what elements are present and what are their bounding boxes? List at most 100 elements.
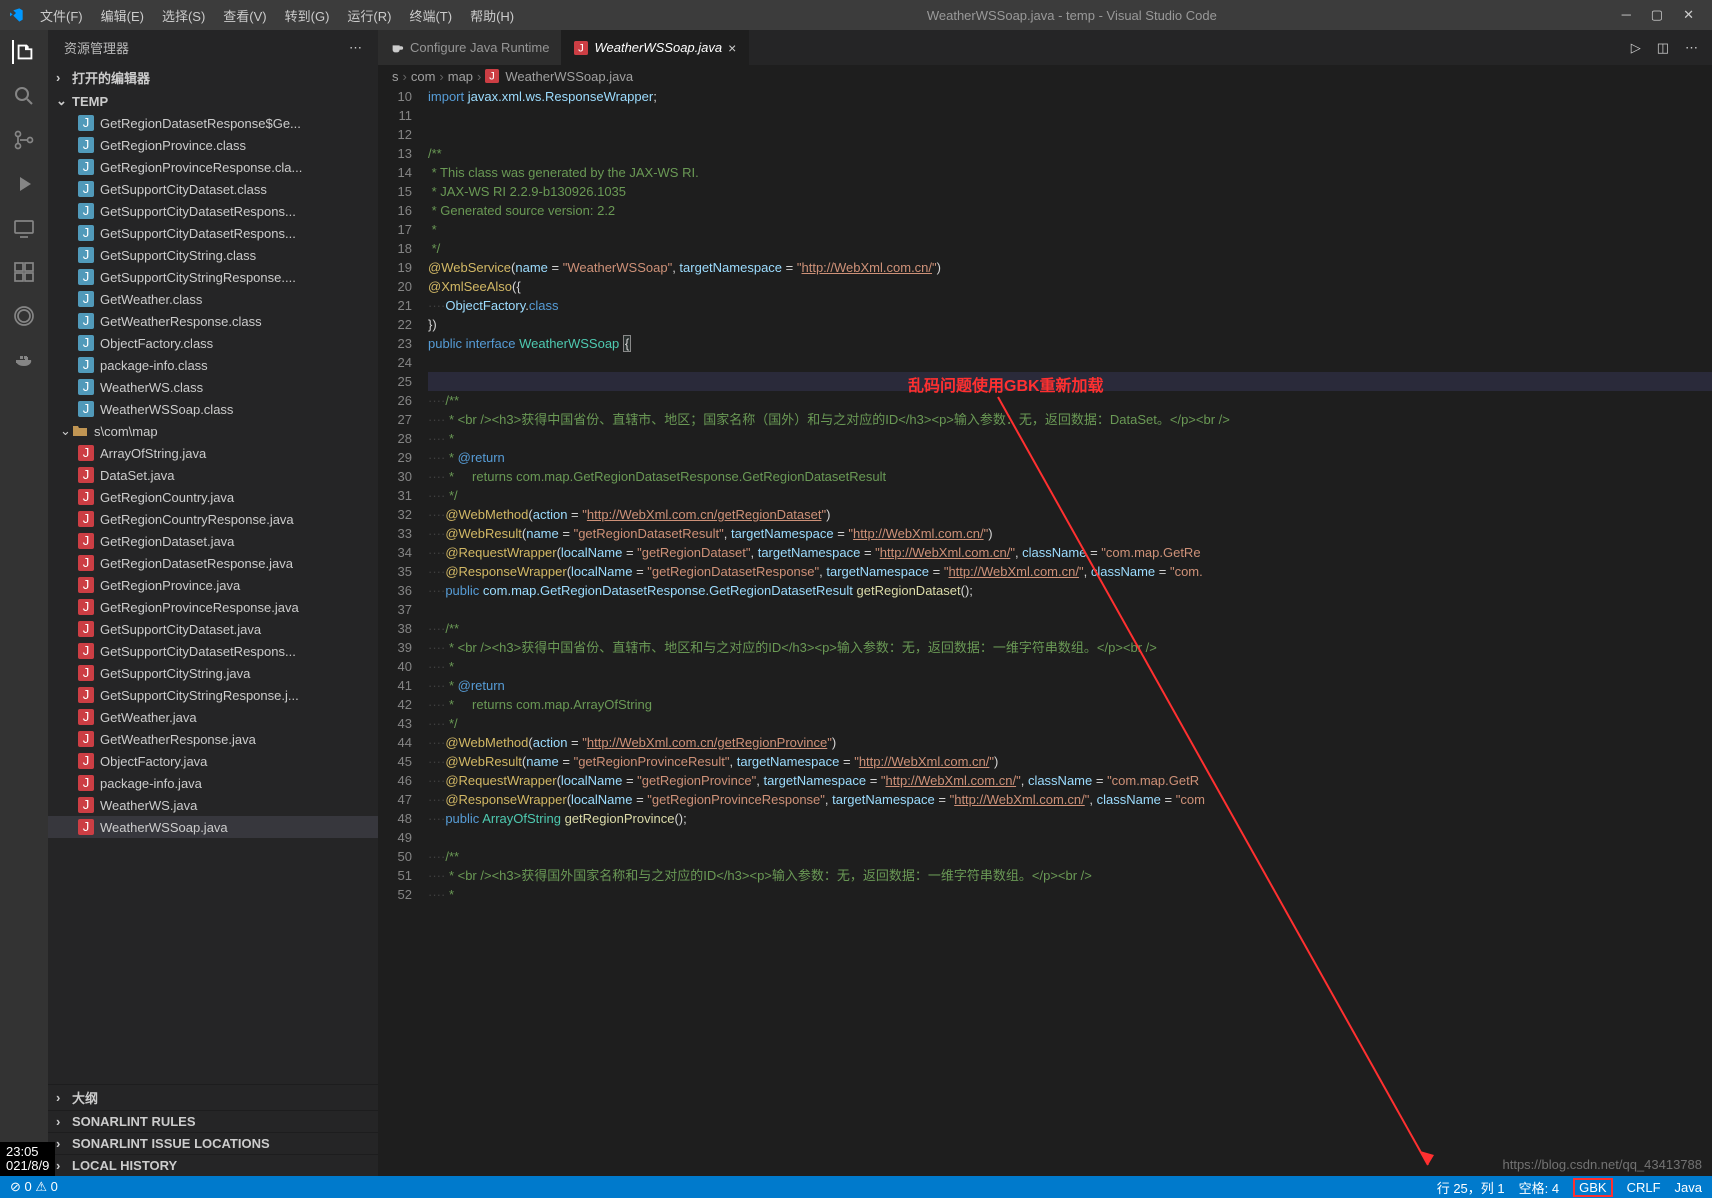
file-GetSupportCityStringResponse....[interactable]: JGetSupportCityStringResponse.... xyxy=(48,266,378,288)
file-package-info.class[interactable]: Jpackage-info.class xyxy=(48,354,378,376)
file-DataSet.java[interactable]: JDataSet.java xyxy=(48,464,378,486)
file-GetSupportCityDatasetRespons...[interactable]: JGetSupportCityDatasetRespons... xyxy=(48,200,378,222)
close-icon[interactable]: ✕ xyxy=(1683,7,1694,23)
status-problems[interactable]: ⊘ 0 ⚠ 0 xyxy=(10,1179,58,1195)
svg-text:J: J xyxy=(83,247,90,262)
file-GetSupportCityDataset.class[interactable]: JGetSupportCityDataset.class xyxy=(48,178,378,200)
svg-text:J: J xyxy=(83,181,90,196)
more-icon[interactable]: ⋯ xyxy=(349,40,362,56)
split-icon[interactable]: ◫ xyxy=(1657,40,1669,56)
svg-text:J: J xyxy=(83,797,90,812)
breadcrumb-seg[interactable]: s xyxy=(392,69,399,84)
svg-text:J: J xyxy=(83,225,90,240)
file-ObjectFactory.java[interactable]: JObjectFactory.java xyxy=(48,750,378,772)
file-GetRegionDatasetResponse$Ge...[interactable]: JGetRegionDatasetResponse$Ge... xyxy=(48,112,378,134)
tab-weatherwssoap[interactable]: J WeatherWSSoap.java × xyxy=(562,30,749,65)
gitlens-icon[interactable] xyxy=(12,304,36,328)
menu-查看(V)[interactable]: 查看(V) xyxy=(215,2,274,29)
tab-configure-java[interactable]: Configure Java Runtime xyxy=(378,30,562,65)
svg-text:J: J xyxy=(83,467,90,482)
status-encoding[interactable]: GBK xyxy=(1573,1178,1612,1197)
svg-text:J: J xyxy=(83,115,90,130)
file-GetWeather.java[interactable]: JGetWeather.java xyxy=(48,706,378,728)
svg-text:J: J xyxy=(83,775,90,790)
file-WeatherWSSoap.class[interactable]: JWeatherWSSoap.class xyxy=(48,398,378,420)
folder-s-com-map[interactable]: ⌄ s\com\map xyxy=(48,420,378,442)
file-GetRegionDatasetResponse.java[interactable]: JGetRegionDatasetResponse.java xyxy=(48,552,378,574)
file-package-info.java[interactable]: Jpackage-info.java xyxy=(48,772,378,794)
file-GetRegionProvinceResponse.java[interactable]: JGetRegionProvinceResponse.java xyxy=(48,596,378,618)
breadcrumb[interactable]: s›com›map›JWeatherWSSoap.java xyxy=(378,65,1712,87)
svg-text:J: J xyxy=(83,555,90,570)
menu-bar: 文件(F)编辑(E)选择(S)查看(V)转到(G)运行(R)终端(T)帮助(H) xyxy=(32,2,522,29)
remote-icon[interactable] xyxy=(12,216,36,240)
more-tab-icon[interactable]: ⋯ xyxy=(1685,40,1698,56)
sidebar-title: 资源管理器 xyxy=(64,38,129,57)
window-title: WeatherWSSoap.java - temp - Visual Studi… xyxy=(522,8,1621,23)
run-icon[interactable]: ▷ xyxy=(1631,40,1641,56)
file-GetSupportCityString.class[interactable]: JGetSupportCityString.class xyxy=(48,244,378,266)
local-history-section[interactable]: ›LOCAL HISTORY xyxy=(48,1154,378,1176)
file-GetRegionCountryResponse.java[interactable]: JGetRegionCountryResponse.java xyxy=(48,508,378,530)
file-GetSupportCityString.java[interactable]: JGetSupportCityString.java xyxy=(48,662,378,684)
file-GetWeatherResponse.class[interactable]: JGetWeatherResponse.class xyxy=(48,310,378,332)
svg-text:J: J xyxy=(83,687,90,702)
workspace-section[interactable]: ⌄TEMP xyxy=(48,90,378,112)
svg-text:J: J xyxy=(83,291,90,306)
breadcrumb-seg[interactable]: com xyxy=(411,69,436,84)
menu-帮助(H)[interactable]: 帮助(H) xyxy=(462,2,522,29)
svg-text:J: J xyxy=(83,599,90,614)
open-editors-section[interactable]: ›打开的编辑器 xyxy=(48,65,378,90)
svg-text:J: J xyxy=(83,643,90,658)
file-GetWeather.class[interactable]: JGetWeather.class xyxy=(48,288,378,310)
code-editor[interactable]: 1011121314151617181920212223242526272829… xyxy=(378,87,1712,1176)
file-ObjectFactory.class[interactable]: JObjectFactory.class xyxy=(48,332,378,354)
file-GetRegionProvinceResponse.cla...[interactable]: JGetRegionProvinceResponse.cla... xyxy=(48,156,378,178)
maximize-icon[interactable]: ▢ xyxy=(1651,7,1663,23)
svg-text:J: J xyxy=(83,401,90,416)
editor-area: Configure Java Runtime J WeatherWSSoap.j… xyxy=(378,30,1712,1176)
minimize-icon[interactable]: ─ xyxy=(1622,7,1631,23)
menu-选择(S)[interactable]: 选择(S) xyxy=(154,2,213,29)
file-GetSupportCityDatasetRespons...[interactable]: JGetSupportCityDatasetRespons... xyxy=(48,222,378,244)
file-GetRegionCountry.java[interactable]: JGetRegionCountry.java xyxy=(48,486,378,508)
status-line-col[interactable]: 行 25，列 1 xyxy=(1437,1178,1505,1197)
file-ArrayOfString.java[interactable]: JArrayOfString.java xyxy=(48,442,378,464)
debug-icon[interactable] xyxy=(12,172,36,196)
menu-终端(T)[interactable]: 终端(T) xyxy=(401,2,460,29)
breadcrumb-seg[interactable]: map xyxy=(448,69,473,84)
status-spaces[interactable]: 空格: 4 xyxy=(1519,1178,1559,1197)
close-tab-icon[interactable]: × xyxy=(728,40,736,56)
source-control-icon[interactable] xyxy=(12,128,36,152)
timestamp: 23:05021/8/9 xyxy=(0,1142,55,1176)
status-eol[interactable]: CRLF xyxy=(1627,1180,1661,1195)
menu-转到(G)[interactable]: 转到(G) xyxy=(277,2,338,29)
svg-text:J: J xyxy=(83,357,90,372)
docker-icon[interactable] xyxy=(12,348,36,372)
svg-text:J: J xyxy=(83,511,90,526)
menu-编辑(E)[interactable]: 编辑(E) xyxy=(93,2,152,29)
search-icon[interactable] xyxy=(12,84,36,108)
outline-section[interactable]: ›大纲 xyxy=(48,1084,378,1110)
status-lang[interactable]: Java xyxy=(1675,1180,1702,1195)
file-GetRegionDataset.java[interactable]: JGetRegionDataset.java xyxy=(48,530,378,552)
file-GetSupportCityDataset.java[interactable]: JGetSupportCityDataset.java xyxy=(48,618,378,640)
file-WeatherWS.class[interactable]: JWeatherWS.class xyxy=(48,376,378,398)
file-GetSupportCityStringResponse.j...[interactable]: JGetSupportCityStringResponse.j... xyxy=(48,684,378,706)
file-GetRegionProvince.class[interactable]: JGetRegionProvince.class xyxy=(48,134,378,156)
file-GetSupportCityDatasetRespons...[interactable]: JGetSupportCityDatasetRespons... xyxy=(48,640,378,662)
menu-文件(F)[interactable]: 文件(F) xyxy=(32,2,91,29)
svg-text:J: J xyxy=(83,445,90,460)
explorer-icon[interactable] xyxy=(12,40,36,64)
file-WeatherWS.java[interactable]: JWeatherWS.java xyxy=(48,794,378,816)
file-GetWeatherResponse.java[interactable]: JGetWeatherResponse.java xyxy=(48,728,378,750)
svg-text:J: J xyxy=(83,379,90,394)
extensions-icon[interactable] xyxy=(12,260,36,284)
svg-text:J: J xyxy=(83,203,90,218)
sonarlint-rules-section[interactable]: ›SONARLINT RULES xyxy=(48,1110,378,1132)
file-WeatherWSSoap.java[interactable]: JWeatherWSSoap.java xyxy=(48,816,378,838)
file-GetRegionProvince.java[interactable]: JGetRegionProvince.java xyxy=(48,574,378,596)
menu-运行(R)[interactable]: 运行(R) xyxy=(339,2,399,29)
sonarlint-issues-section[interactable]: ›SONARLINT ISSUE LOCATIONS xyxy=(48,1132,378,1154)
breadcrumb-seg[interactable]: WeatherWSSoap.java xyxy=(505,69,633,84)
